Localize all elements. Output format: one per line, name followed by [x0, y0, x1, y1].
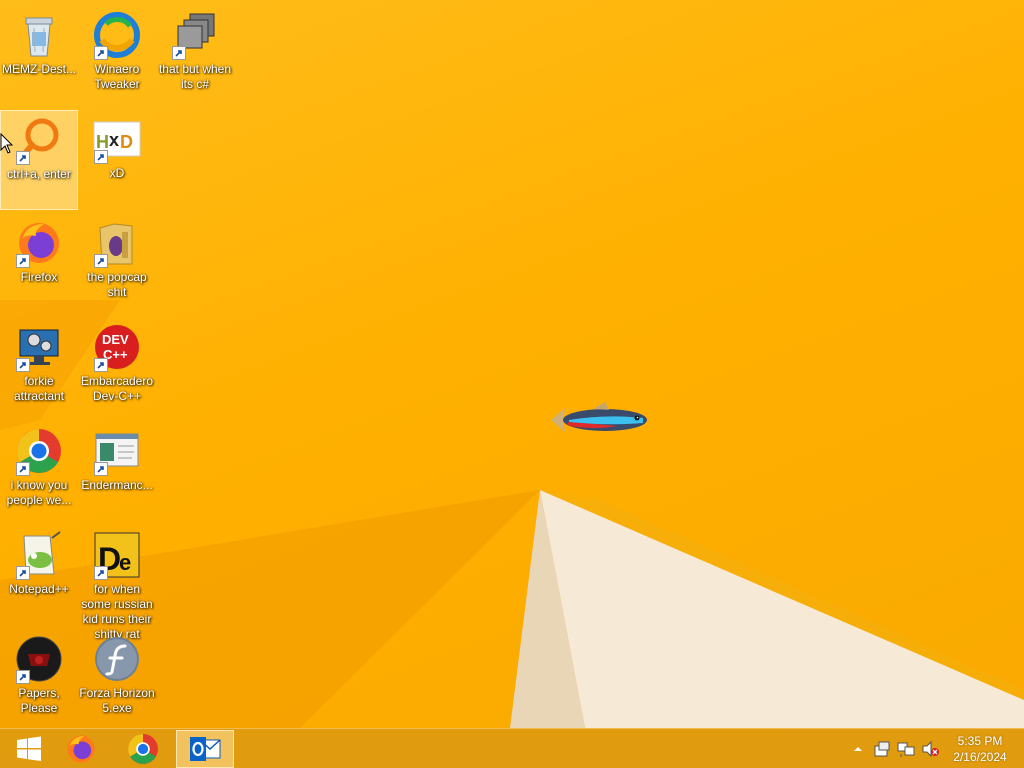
computer-settings-icon	[14, 322, 64, 372]
stacked-windows-icon	[170, 10, 220, 60]
desktop-icon-devcpp[interactable]: DEV C++ Embarcadero Dev-C++	[78, 318, 156, 418]
recycle-bin-icon	[14, 10, 64, 60]
shortcut-arrow-icon	[16, 358, 30, 372]
devcpp-icon: DEV C++	[92, 322, 142, 372]
folder-icon	[92, 218, 142, 268]
shortcut-arrow-icon	[94, 254, 108, 268]
desktop-icon-label: Winaero Tweaker	[94, 62, 140, 91]
shortcut-arrow-icon	[94, 566, 108, 580]
winaero-icon	[92, 10, 142, 60]
desktop-icon-label: ctrl+a, enter	[7, 167, 71, 181]
firefox-icon	[14, 218, 64, 268]
desktop-icon-forza[interactable]: Forza Horizon 5.exe	[78, 630, 156, 730]
desktop-icon-hxd[interactable]: H x D xD	[78, 110, 156, 210]
svg-text:DEV: DEV	[102, 332, 129, 347]
svg-text:x: x	[109, 130, 119, 150]
start-button[interactable]	[0, 730, 58, 768]
desktop-icon-forkie[interactable]: forkie attractant	[0, 318, 78, 418]
clock[interactable]: 5:35 PM 2/16/2024	[944, 733, 1016, 765]
desktop-icon-chrome[interactable]: i know you people we...	[0, 422, 78, 522]
clock-date: 2/16/2024	[953, 750, 1007, 764]
chrome-icon	[14, 426, 64, 476]
clock-time: 5:35 PM	[957, 734, 1003, 748]
desktop-icon-memz[interactable]: MEMZ-Dest...	[0, 6, 78, 106]
de-icon: D e	[92, 530, 142, 580]
network-icon[interactable]	[896, 739, 916, 759]
shortcut-arrow-icon	[16, 566, 30, 580]
hxd-icon: H x D	[92, 114, 142, 164]
desktop-icon-ctrl-a-enter[interactable]: ctrl+a, enter	[0, 110, 78, 210]
desktop-icon-rat[interactable]: D e for when some russian kid runs their…	[78, 526, 156, 641]
flash-icon	[92, 634, 142, 684]
svg-text:D: D	[120, 132, 133, 152]
taskbar: 5:35 PM 2/16/2024	[0, 728, 1024, 768]
desktop-icon-label: that but when its c#	[158, 62, 232, 91]
shortcut-arrow-icon	[94, 46, 108, 60]
show-hidden-icons-button[interactable]	[848, 739, 868, 759]
windows-start-icon	[17, 736, 41, 761]
chevron-up-icon	[854, 747, 862, 751]
desktop-icon-label: forkie attractant	[13, 374, 65, 403]
window-app-icon	[92, 426, 142, 476]
taskbar-outlook-button[interactable]	[176, 730, 234, 768]
desktop-icon-label: Embarcadero Dev-C++	[80, 374, 154, 403]
shortcut-arrow-icon	[16, 151, 30, 165]
desktop-icon-label: Endermanc...	[81, 478, 153, 492]
desktop-icon-label: Papers, Please	[18, 686, 60, 715]
desktop-icon-endermanch[interactable]: Endermanc...	[78, 422, 156, 522]
volume-muted-icon[interactable]	[920, 739, 940, 759]
shortcut-arrow-icon	[16, 670, 30, 684]
papers-please-icon	[14, 634, 64, 684]
desktop-icon-label: Notepad++	[9, 582, 69, 596]
desktop-icon-label: Forza Horizon 5.exe	[79, 686, 155, 715]
notepad-plus-plus-icon	[14, 530, 64, 580]
action-center-icon[interactable]	[872, 739, 892, 759]
chrome-icon	[128, 734, 158, 764]
outlook-icon	[190, 737, 221, 761]
desktop-icon-label: xD	[109, 166, 125, 180]
magnifier-icon	[14, 115, 64, 165]
desktop-icon-label: Firefox	[20, 270, 58, 284]
mouse-cursor-icon	[0, 133, 14, 154]
desktop-icon-label: the popcap shit	[87, 270, 147, 299]
desktop-icon-label: MEMZ-Dest...	[2, 62, 76, 76]
taskbar-chrome-button[interactable]	[114, 730, 172, 768]
shortcut-arrow-icon	[16, 462, 30, 476]
desktop-icon-popcap[interactable]: the popcap shit	[78, 214, 156, 314]
svg-text:H: H	[96, 132, 109, 152]
fish-icon	[551, 402, 647, 432]
shortcut-arrow-icon	[16, 254, 30, 268]
svg-text:e: e	[119, 550, 131, 575]
shortcut-arrow-icon	[94, 462, 108, 476]
desktop-icon-papers-please[interactable]: Papers, Please	[0, 630, 78, 730]
desktop-icon-csharp[interactable]: that but when its c#	[156, 6, 234, 106]
shortcut-arrow-icon	[172, 46, 186, 60]
shortcut-arrow-icon	[94, 358, 108, 372]
taskbar-firefox-button[interactable]	[52, 730, 110, 768]
desktop-icon-winaero[interactable]: Winaero Tweaker	[78, 6, 156, 106]
desktop[interactable]: MEMZ-Dest... Winaero Tweaker that but wh…	[0, 0, 1024, 768]
firefox-icon	[67, 735, 95, 763]
desktop-icon-label: i know you people we...	[6, 478, 72, 507]
shortcut-arrow-icon	[94, 150, 108, 164]
desktop-icon-firefox[interactable]: Firefox	[0, 214, 78, 314]
desktop-icon-notepadpp[interactable]: Notepad++	[0, 526, 78, 626]
